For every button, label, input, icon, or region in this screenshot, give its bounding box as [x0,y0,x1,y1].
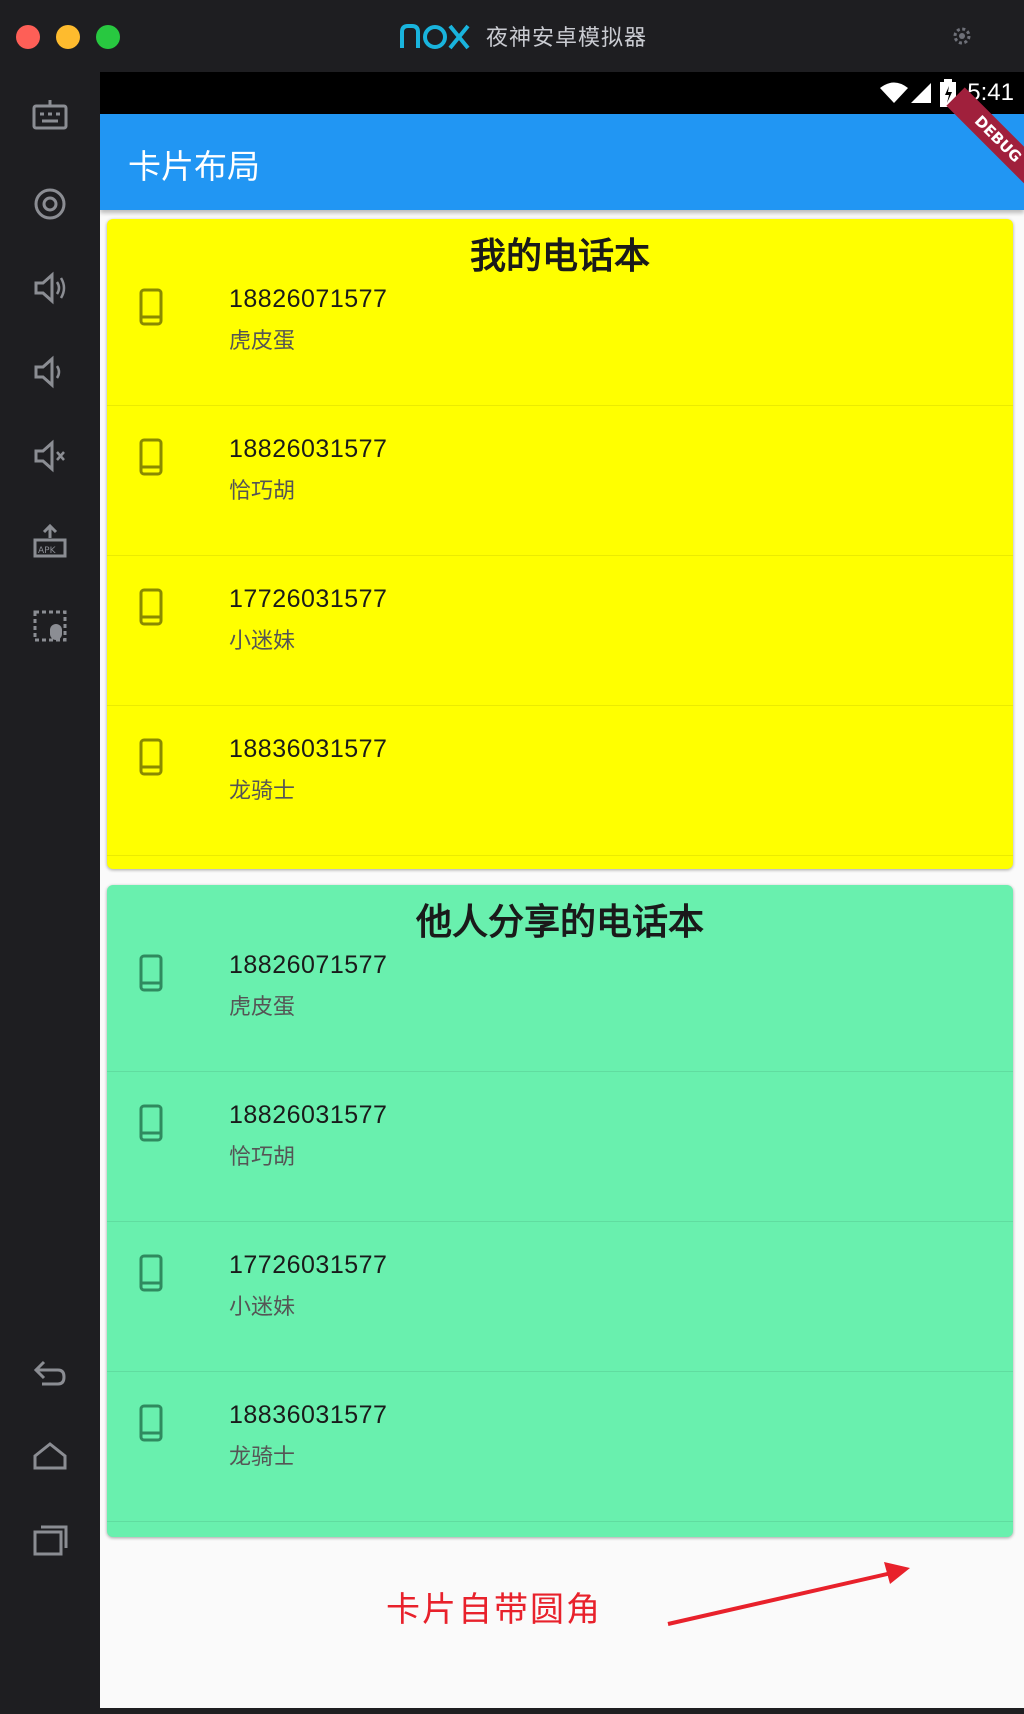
list-item[interactable]: 18836031577 龙骑士 [107,1371,1013,1522]
contact-number: 18826071577 [229,951,388,979]
emulator-brand: 夜神安卓模拟器 [398,18,647,54]
signal-icon [911,83,932,103]
status-bar: 5:41 [100,72,1024,114]
contact-name: 龙骑士 [229,779,296,804]
list-item[interactable]: 18826031577 恰巧胡 [107,1071,1013,1222]
contact-name: 小迷妹 [229,629,296,654]
back-icon[interactable] [30,1352,70,1392]
contact-name: 恰巧胡 [229,1145,296,1170]
window-minimize-button[interactable] [56,25,80,49]
recent-apps-icon[interactable] [30,1520,70,1560]
annotation-text: 卡片自带圆角 [386,1590,602,1630]
emulator-title: 夜神安卓模拟器 [486,26,648,51]
android-screen: 5:41 卡片布局 DEBUG 我的电话本 18826071577 虎皮蛋 18… [100,72,1024,1708]
keyboard-icon[interactable] [30,96,70,136]
app-bar: 卡片布局 DEBUG [100,87,1024,210]
mute-icon[interactable] [30,436,70,476]
annotation-arrow-icon [667,1562,910,1626]
phone-icon [139,438,163,476]
phone-icon [139,738,163,776]
contact-number: 18826031577 [229,1101,388,1129]
contact-name: 虎皮蛋 [229,329,296,354]
card-shared-phonebook: 他人分享的电话本 18826071577 虎皮蛋 18826031577 恰巧胡… [107,885,1013,1537]
location-icon[interactable] [30,184,70,224]
contact-name: 虎皮蛋 [229,995,296,1020]
phone-icon [139,1254,163,1292]
contact-name: 龙骑士 [229,1445,296,1470]
multi-touch-icon[interactable] [30,606,70,646]
contact-number: 18826071577 [229,285,388,313]
contact-number: 17726031577 [229,1251,388,1279]
list-item[interactable]: 18826071577 虎皮蛋 [107,255,1013,406]
contact-name: 小迷妹 [229,1295,296,1320]
contact-number: 17726031577 [229,585,388,613]
window-close-button[interactable] [16,25,40,49]
card-my-phonebook: 我的电话本 18826071577 虎皮蛋 18826031577 恰巧胡 17… [107,219,1013,869]
home-icon[interactable] [30,1436,70,1476]
window-maximize-button[interactable] [96,25,120,49]
phone-icon [139,954,163,992]
contact-number: 18836031577 [229,735,388,763]
contact-name: 恰巧胡 [229,479,296,504]
contact-number: 18836031577 [229,1401,388,1429]
phone-icon [139,588,163,626]
emulator-titlebar: 夜神安卓模拟器 [0,0,1024,72]
settings-gear-icon[interactable] [950,24,974,48]
nox-logo-icon [400,24,470,50]
apk-install-icon[interactable]: APK [30,522,70,562]
list-item[interactable]: 18836031577 龙骑士 [107,705,1013,856]
svg-text:APK: APK [38,546,57,556]
phone-icon [139,1104,163,1142]
phone-icon [139,288,163,326]
contact-number: 18826031577 [229,435,388,463]
list-item[interactable]: 18826031577 恰巧胡 [107,405,1013,556]
list-item[interactable]: 18826071577 虎皮蛋 [107,921,1013,1072]
app-bar-title: 卡片布局 [128,147,260,186]
list-item[interactable]: 17726031577 小迷妹 [107,1221,1013,1372]
volume-up-icon[interactable] [30,268,70,308]
volume-down-icon[interactable] [30,352,70,392]
wifi-icon [880,82,909,103]
list-item[interactable]: 17726031577 小迷妹 [107,555,1013,706]
phone-icon [139,1404,163,1442]
emulator-toolbar: APK [0,72,100,1714]
